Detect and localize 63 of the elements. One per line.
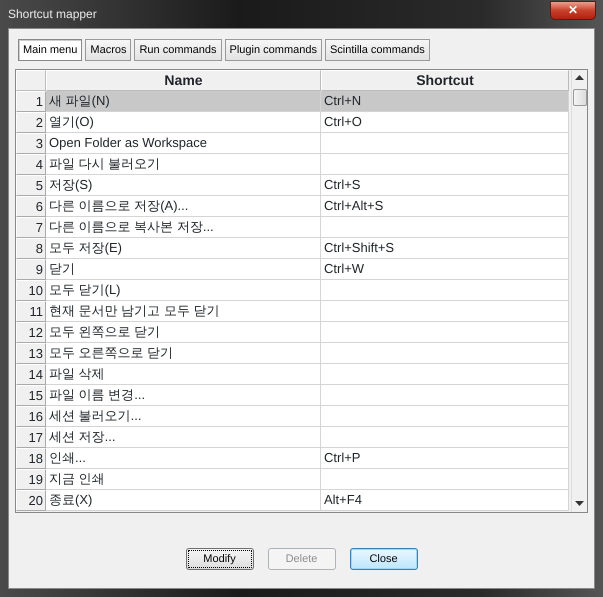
row-number[interactable]: 16	[16, 406, 46, 427]
tab[interactable]: Plugin commands	[224, 39, 322, 61]
row-number[interactable]: 2	[16, 112, 46, 133]
row-number[interactable]: 7	[16, 217, 46, 238]
tab[interactable]: Scintilla commands	[324, 39, 430, 61]
table-cell[interactable]: 열기(O)	[46, 112, 321, 133]
tab[interactable]: Main menu	[18, 39, 82, 61]
table-cell[interactable]: Ctrl+Alt+S	[321, 196, 569, 217]
table-cell[interactable]: 모두 왼쪽으로 닫기	[46, 322, 321, 343]
scroll-down-icon[interactable]	[575, 501, 584, 506]
row-number[interactable]: 17	[16, 427, 46, 448]
table-cell[interactable]: 파일 삭제	[46, 364, 321, 385]
scroll-up-icon[interactable]	[575, 75, 584, 80]
table-cell[interactable]: 세션 저장...	[46, 427, 321, 448]
row-number[interactable]: 9	[16, 259, 46, 280]
table-cell[interactable]: 모두 저장(E)	[46, 238, 321, 259]
close-button[interactable]: ✕	[550, 0, 596, 20]
tab[interactable]: Run commands	[134, 39, 222, 61]
row-number[interactable]: 14	[16, 364, 46, 385]
column-header[interactable]: Name	[46, 70, 321, 91]
table-cell[interactable]: 새 파일(N)	[46, 91, 321, 112]
table-cell[interactable]: 종료(X)	[46, 490, 321, 511]
table-cell[interactable]: Ctrl+P	[321, 448, 569, 469]
table-cell[interactable]: 현재 문서만 남기고 모두 닫기	[46, 301, 321, 322]
table-cell[interactable]: 저장(S)	[46, 175, 321, 196]
row-number[interactable]: 11	[16, 301, 46, 322]
row-number[interactable]: 5	[16, 175, 46, 196]
table-cell[interactable]: Ctrl+Shift+S	[321, 238, 569, 259]
table-cell[interactable]: Ctrl+S	[321, 175, 569, 196]
row-number[interactable]: 13	[16, 343, 46, 364]
row-number[interactable]: 10	[16, 280, 46, 301]
table-cell[interactable]: 지금 인쇄	[46, 469, 321, 490]
row-number[interactable]: 4	[16, 154, 46, 175]
scrollbar[interactable]	[571, 70, 587, 512]
scrollbar-thumb[interactable]	[573, 89, 587, 106]
table-cell[interactable]: 닫기	[46, 259, 321, 280]
table-cell[interactable]: Open Folder as Workspace	[46, 133, 321, 154]
row-number[interactable]: 20	[16, 490, 46, 511]
table-cell[interactable]: 파일 다시 불러오기	[46, 154, 321, 175]
window-title: Shortcut mapper	[8, 6, 97, 23]
table-cell[interactable]: Alt+F4	[321, 490, 569, 511]
table-cell[interactable]: Ctrl+W	[321, 259, 569, 280]
tab[interactable]: Macros	[85, 39, 132, 61]
table-cell[interactable]: Ctrl+O	[321, 112, 569, 133]
row-number[interactable]: 18	[16, 448, 46, 469]
dialog-button[interactable]: Modify	[186, 548, 254, 570]
table-cell[interactable]: Ctrl+N	[321, 91, 569, 112]
table-cell[interactable]: 세션 불러오기...	[46, 406, 321, 427]
dialog-button[interactable]: Close	[350, 548, 418, 570]
table-cell[interactable]: 모두 닫기(L)	[46, 280, 321, 301]
column-header[interactable]: Shortcut	[321, 70, 569, 91]
row-number[interactable]: 15	[16, 385, 46, 406]
table-cell[interactable]: 다른 이름으로 저장(A)...	[46, 196, 321, 217]
row-number[interactable]: 8	[16, 238, 46, 259]
row-number[interactable]: 6	[16, 196, 46, 217]
table-cell[interactable]: 파일 이름 변경...	[46, 385, 321, 406]
row-number[interactable]: 19	[16, 469, 46, 490]
table-cell[interactable]: 다른 이름으로 복사본 저장...	[46, 217, 321, 238]
table-cell[interactable]: 인쇄...	[46, 448, 321, 469]
row-number[interactable]: 1	[16, 91, 46, 112]
table-cell[interactable]: 모두 오른쪽으로 닫기	[46, 343, 321, 364]
row-number[interactable]: 3	[16, 133, 46, 154]
row-number[interactable]: 12	[16, 322, 46, 343]
